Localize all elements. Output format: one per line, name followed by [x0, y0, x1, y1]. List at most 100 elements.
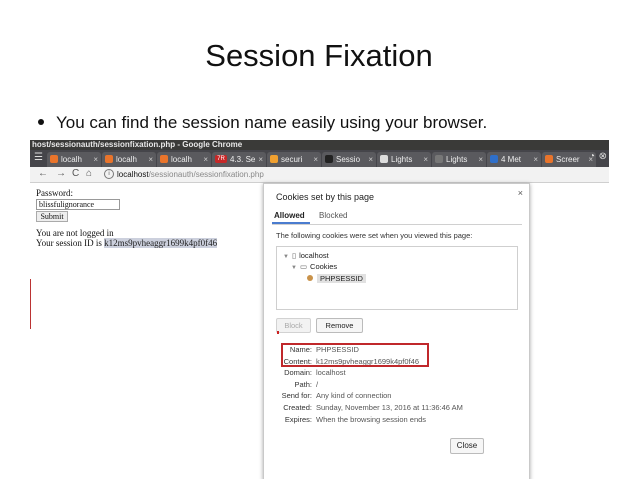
block-button[interactable]: Block: [276, 318, 311, 333]
url-field[interactable]: i localhost/sessionauth/sessionfixation.p…: [104, 168, 264, 180]
detail-value: When the browsing session ends: [316, 414, 427, 424]
cookies-dialog: Cookies set by this page × Allowed Block…: [263, 183, 530, 479]
info-icon[interactable]: i: [104, 168, 114, 179]
tab-label: 4 Met: [501, 155, 522, 164]
tab-close-icon[interactable]: ×: [93, 152, 98, 167]
detail-row: Path: /: [264, 379, 524, 390]
tab-favicon-icon: [160, 154, 168, 163]
browser-tab[interactable]: Lights ×: [432, 152, 486, 167]
tab-label: localh: [116, 155, 137, 164]
cookie-icon: [307, 275, 313, 282]
window-title: host/sessionauth/sessionfixation.php - G…: [30, 140, 609, 150]
detail-row: Expires: When the browsing session ends: [264, 414, 524, 425]
bullet-text: You can find the session name easily usi…: [56, 113, 488, 132]
edge-marker: [30, 279, 31, 329]
cookie-tree: ▼ ▯ localhost ▼ ▭ Cookies PHPSESSID: [276, 246, 518, 310]
detail-value: /: [316, 379, 319, 389]
tree-cookie-label: PHPSESSID: [317, 274, 366, 283]
detail-value: Sunday, November 13, 2016 at 11:36:46 AM: [316, 403, 463, 412]
tab-blocked[interactable]: Blocked: [319, 211, 347, 220]
tree-item-host[interactable]: ▼ ▯ localhost: [283, 251, 329, 262]
detail-key: Created:: [283, 403, 312, 412]
slide-bullet: You can find the session name easily usi…: [38, 113, 487, 133]
url-path: /sessionauth/sessionfixation.php: [148, 170, 264, 179]
detail-row: Domain: localhost: [264, 367, 524, 378]
login-status: You are not logged in: [36, 228, 114, 238]
browser-tab[interactable]: 7R 4.3. Se ×: [212, 152, 266, 167]
address-bar: ← → C ⌂ i localhost/sessionauth/sessionfi…: [30, 167, 609, 183]
folder-icon: ▭: [299, 262, 308, 271]
menu-icon[interactable]: ☰: [34, 153, 43, 163]
tree-item-cookies[interactable]: ▼ ▭ Cookies: [291, 262, 337, 273]
browser-tab[interactable]: Screer ×: [542, 152, 596, 167]
tab-label: localh: [61, 155, 82, 164]
dialog-close-icon[interactable]: ×: [518, 188, 523, 198]
tab-favicon-icon: [325, 154, 333, 163]
detail-key: Send for:: [281, 391, 312, 401]
dialog-title: Cookies set by this page: [276, 192, 375, 202]
detail-key: Expires:: [284, 414, 312, 424]
slide-title: Session Fixation: [205, 38, 433, 73]
password-label: Password:: [36, 188, 74, 198]
tab-favicon-icon: [50, 154, 58, 163]
browser-screenshot: host/sessionauth/sessionfixation.php - G…: [30, 140, 609, 479]
tab-divider: [272, 224, 522, 225]
tab-close-icon[interactable]: ×: [368, 152, 373, 167]
window-close-icon[interactable]: ⊗: [599, 151, 607, 162]
expand-arrow-icon[interactable]: ▼: [283, 254, 289, 260]
close-button[interactable]: Close: [450, 438, 484, 454]
tab-label: Screer: [556, 155, 580, 164]
browser-tab[interactable]: localh ×: [157, 152, 211, 167]
browser-tab[interactable]: localh ×: [47, 152, 101, 167]
tab-label: localh: [171, 155, 192, 164]
tab-close-icon[interactable]: ×: [533, 152, 538, 167]
tab-close-icon[interactable]: ×: [203, 152, 208, 167]
tab-label: Lights: [446, 155, 468, 164]
browser-tab[interactable]: 4 Met ×: [487, 152, 541, 167]
tab-close-icon[interactable]: ×: [258, 152, 263, 167]
expand-arrow-icon[interactable]: ▼: [291, 265, 297, 271]
tab-close-icon[interactable]: ×: [423, 152, 428, 167]
reload-icon[interactable]: C: [72, 168, 79, 180]
remove-button[interactable]: Remove: [316, 318, 363, 333]
detail-value: Any kind of connection: [316, 391, 392, 401]
detail-key: Path:: [294, 379, 312, 389]
highlight-box: [281, 343, 429, 367]
submit-button[interactable]: Submit: [36, 211, 68, 222]
password-field[interactable]: blissfulignorance: [36, 199, 120, 210]
tab-favicon-icon: [490, 154, 498, 163]
tab-close-icon[interactable]: ×: [148, 152, 153, 167]
tab-favicon-icon: 7R: [215, 154, 227, 163]
browser-tab[interactable]: securi ×: [267, 152, 321, 167]
detail-row: Created: Sunday, November 13, 2016 at 11:…: [264, 402, 524, 413]
tab-favicon-icon: [435, 154, 443, 163]
tree-item-cookie[interactable]: PHPSESSID: [307, 274, 366, 284]
file-icon: ▯: [291, 251, 297, 260]
back-icon[interactable]: ←: [38, 168, 48, 180]
forward-icon[interactable]: →: [56, 168, 66, 180]
browser-tab[interactable]: Lights ×: [377, 152, 431, 167]
tab-label: Sessio: [336, 155, 361, 164]
session-id-value: k12ms9pvheaggr1699k4pf0f46: [104, 238, 218, 248]
tree-host-label: localhost: [299, 251, 329, 260]
tab-label: Lights: [391, 155, 413, 164]
tab-close-icon[interactable]: ×: [478, 152, 483, 167]
tree-folder-label: Cookies: [310, 262, 338, 271]
session-id-line: Your session ID is k12ms9pvheaggr1699k4p…: [36, 238, 218, 248]
detail-value: localhost: [316, 368, 346, 378]
tab-favicon-icon: [105, 154, 113, 163]
tab-label: 4.3. Se: [230, 155, 256, 164]
detail-key: Domain:: [284, 368, 312, 378]
detail-row: Send for: Any kind of connection: [264, 390, 524, 401]
tab-favicon-icon: [380, 154, 388, 163]
browser-tab[interactable]: Sessio ×: [322, 152, 376, 167]
tab-favicon-icon: [545, 154, 553, 163]
tab-allowed[interactable]: Allowed: [274, 211, 305, 220]
home-icon[interactable]: ⌂: [86, 168, 92, 180]
tab-close-icon[interactable]: ×: [313, 152, 318, 167]
browser-tab[interactable]: localh ×: [102, 152, 156, 167]
tab-label: securi: [281, 155, 303, 164]
tab-favicon-icon: [270, 154, 278, 163]
session-id-prefix: Your session ID is: [36, 238, 105, 248]
bullet-dot-icon: [38, 118, 44, 125]
